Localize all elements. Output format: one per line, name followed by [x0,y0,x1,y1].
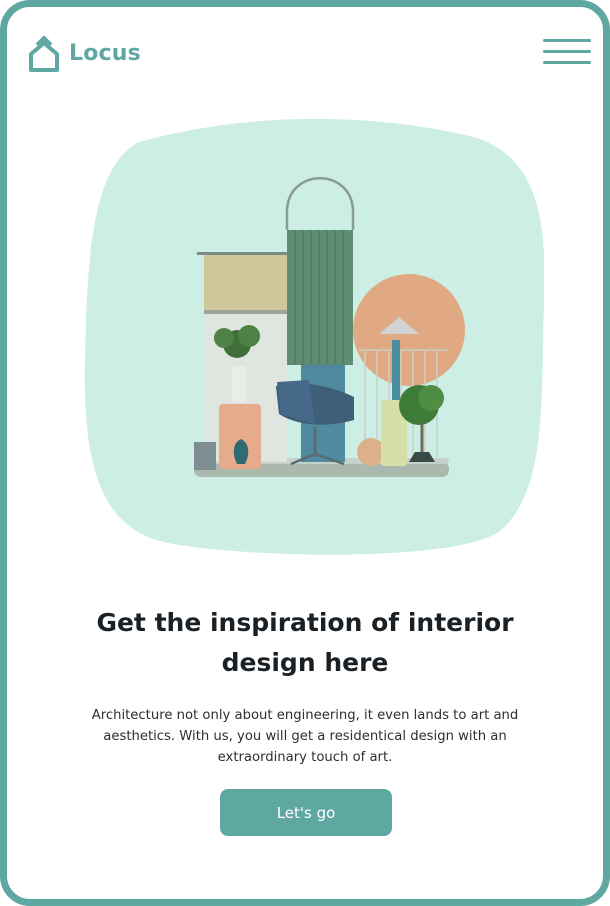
brand-logo[interactable]: Locus [27,33,141,73]
menu-line [543,50,591,53]
menu-line [543,39,591,42]
header: Locus [7,7,603,107]
interior-illustration [84,118,544,555]
app-frame: Locus Get the inspiration of interior de… [0,0,610,906]
menu-line [543,61,591,64]
hero-illustration [69,112,544,557]
hamburger-menu-icon[interactable] [543,37,591,69]
house-icon [29,36,59,72]
page-description: Architecture not only about engineering,… [91,708,519,765]
page-title: Get the inspiration of interior design h… [96,608,514,677]
brand-name: Locus [69,40,141,66]
lets-go-button[interactable]: Let's go [220,789,392,836]
